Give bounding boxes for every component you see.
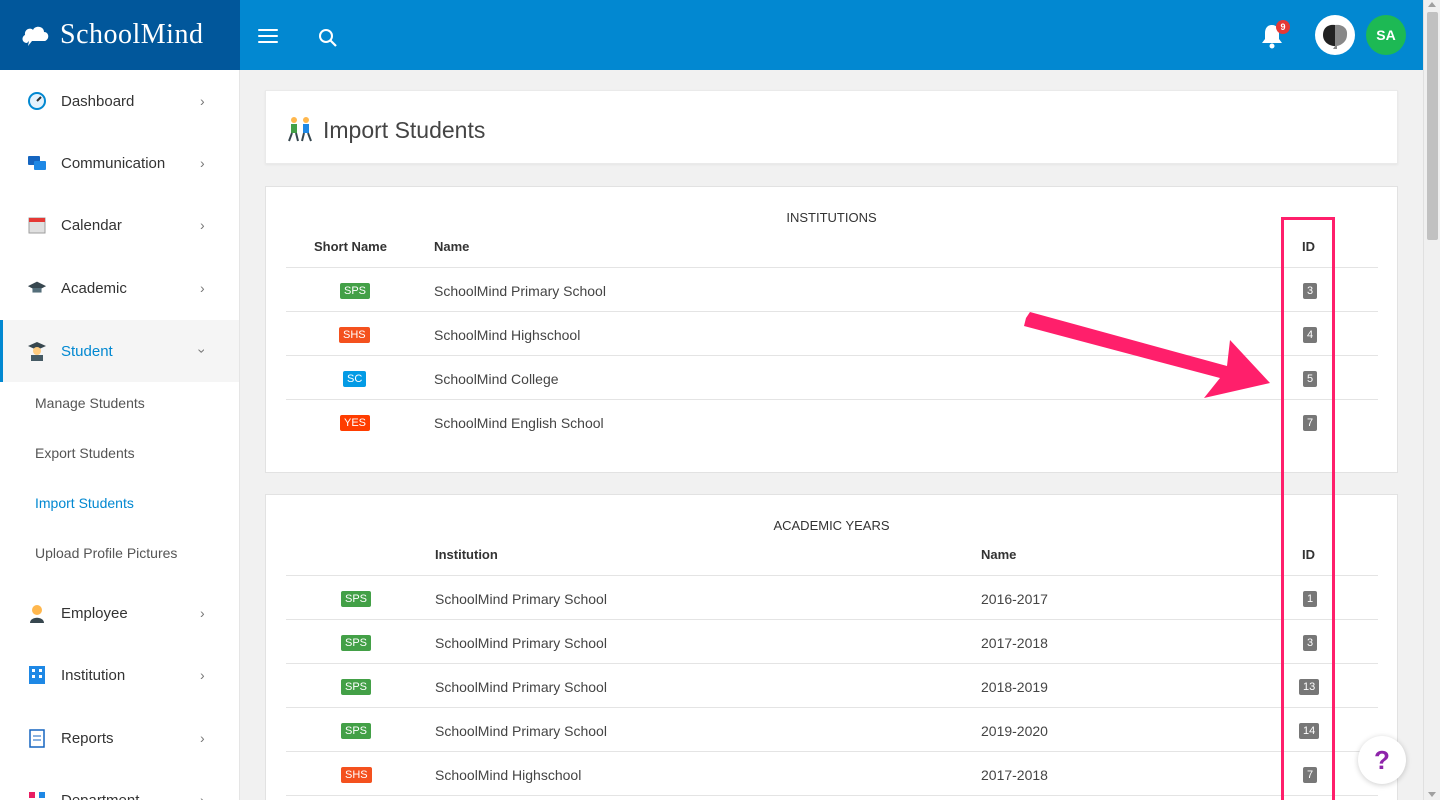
sidebar-subitem-import-students[interactable]: Import Students [35,495,134,511]
search-icon[interactable] [318,28,338,48]
short-name-tag: SPS [341,635,372,651]
clipboard-icon [27,728,47,748]
sidebar-item-dashboard[interactable]: Dashboard › [0,70,239,132]
academic-year-name: 2017-2018 [981,767,1048,783]
institution-name: SchoolMind Primary School [435,635,607,651]
help-button[interactable]: ? [1358,736,1406,784]
sidebar-item-label: Institution [61,666,126,684]
sidebar-item-communication[interactable]: Communication › [0,132,239,194]
student-icon [27,341,47,361]
employee-icon [27,603,47,623]
sidebar-item-employee[interactable]: Employee › [0,582,239,644]
chevron-right-icon: › [200,93,205,109]
short-name-tag: SC [343,371,367,387]
institution-name: SchoolMind Primary School [435,591,607,607]
logo[interactable]: SchoolMind [0,0,240,70]
academic-years-card: ACADEMIC YEARS Institution Name ID SPS S… [265,494,1398,800]
annotation-arrow-icon [1024,312,1270,398]
sidebar-item-label: Calendar [61,216,122,234]
divider [286,751,1378,752]
chevron-right-icon: › [200,155,205,171]
menu-toggle-icon[interactable] [258,29,278,44]
short-name-tag: SPS [341,723,372,739]
user-avatar[interactable]: SA [1366,15,1406,55]
top-navbar: SchoolMind 9 SA [0,0,1423,70]
chevron-right-icon: › [200,605,205,621]
short-name-tag: SPS [341,591,372,607]
divider [286,795,1378,796]
sidebar-item-label: Employee [61,604,128,622]
department-icon [27,790,47,800]
column-header-short-name: Short Name [314,239,387,254]
dashboard-gauge-icon [27,91,47,111]
short-name-tag: SHS [339,327,370,343]
divider [286,575,1378,576]
brain-icon [1323,24,1348,49]
short-name-tag: YES [340,415,371,431]
academic-year-name: 2018-2019 [981,679,1048,695]
institutions-title: INSTITUTIONS [786,210,877,225]
sidebar-item-calendar[interactable]: Calendar › [0,194,239,256]
chevron-down-icon: › [194,348,211,354]
sidebar-item-label: Communication [61,154,166,172]
institution-name: SchoolMind Primary School [435,723,607,739]
academic-year-name: 2016-2017 [981,591,1048,607]
institution-name: SchoolMind English School [434,415,604,431]
divider [286,619,1378,620]
page-title: Import Students [323,117,486,143]
logo-text: SchoolMind [60,19,204,50]
divider [286,707,1378,708]
sidebar-item-department[interactable]: Department › [0,769,239,800]
institution-name: SchoolMind Primary School [435,679,607,695]
column-header-name: Name [981,547,1017,562]
sidebar-item-institution[interactable]: Institution › [0,644,239,706]
sidebar-subitem-export-students[interactable]: Export Students [35,445,135,461]
short-name-tag: SPS [340,283,371,299]
notification-badge: 9 [1276,20,1290,34]
divider [286,663,1378,664]
page-scrollbar[interactable] [1423,0,1440,800]
calendar-icon [27,215,47,235]
chevron-right-icon: › [200,667,205,683]
institution-name: SchoolMind Primary School [434,283,606,299]
column-header-name: Name [434,239,470,254]
sidebar-item-reports[interactable]: Reports › [0,707,239,769]
short-name-tag: SPS [341,679,372,695]
sidebar-item-label: Dashboard [61,92,135,110]
academic-year-name: 2017-2018 [981,635,1048,651]
sidebar-item-label: Student [61,342,113,360]
sidebar-item-student[interactable]: Student › [0,320,239,382]
id-column-highlight [1281,217,1335,800]
academic-years-title: ACADEMIC YEARS [773,518,890,533]
sidebar-subitem-upload-profile-pictures[interactable]: Upload Profile Pictures [35,545,177,561]
column-header-institution: Institution [435,547,498,562]
institution-name: SchoolMind College [434,371,559,387]
cloud-logo-icon [22,26,49,46]
chevron-right-icon: › [200,217,205,233]
students-walking-icon [288,117,312,142]
sidebar-item-academic[interactable]: Academic › [0,257,239,319]
scroll-up-arrow-icon[interactable] [1428,2,1436,7]
academic-year-name: 2019-2020 [981,723,1048,739]
scroll-thumb[interactable] [1427,12,1438,240]
chat-icon [27,153,47,173]
chevron-right-icon: › [200,730,205,746]
page-header: Import Students [265,90,1398,164]
institution-name: SchoolMind Highschool [435,767,582,783]
sidebar-item-label: Academic [61,279,127,297]
sidebar: Dashboard › Communication › Calendar › A… [0,70,240,800]
chevron-right-icon: › [200,792,205,800]
sidebar-item-label: Reports [61,729,114,747]
institution-name: SchoolMind Highschool [434,327,581,343]
sidebar-subitem-manage-students[interactable]: Manage Students [35,395,145,411]
chevron-right-icon: › [200,280,205,296]
graduation-cap-icon [27,278,47,298]
sidebar-item-label: Department [61,791,140,800]
institution-avatar[interactable] [1315,15,1355,55]
scroll-down-arrow-icon[interactable] [1428,792,1436,797]
building-icon [27,665,47,685]
short-name-tag: SHS [341,767,372,783]
divider [286,267,1378,268]
